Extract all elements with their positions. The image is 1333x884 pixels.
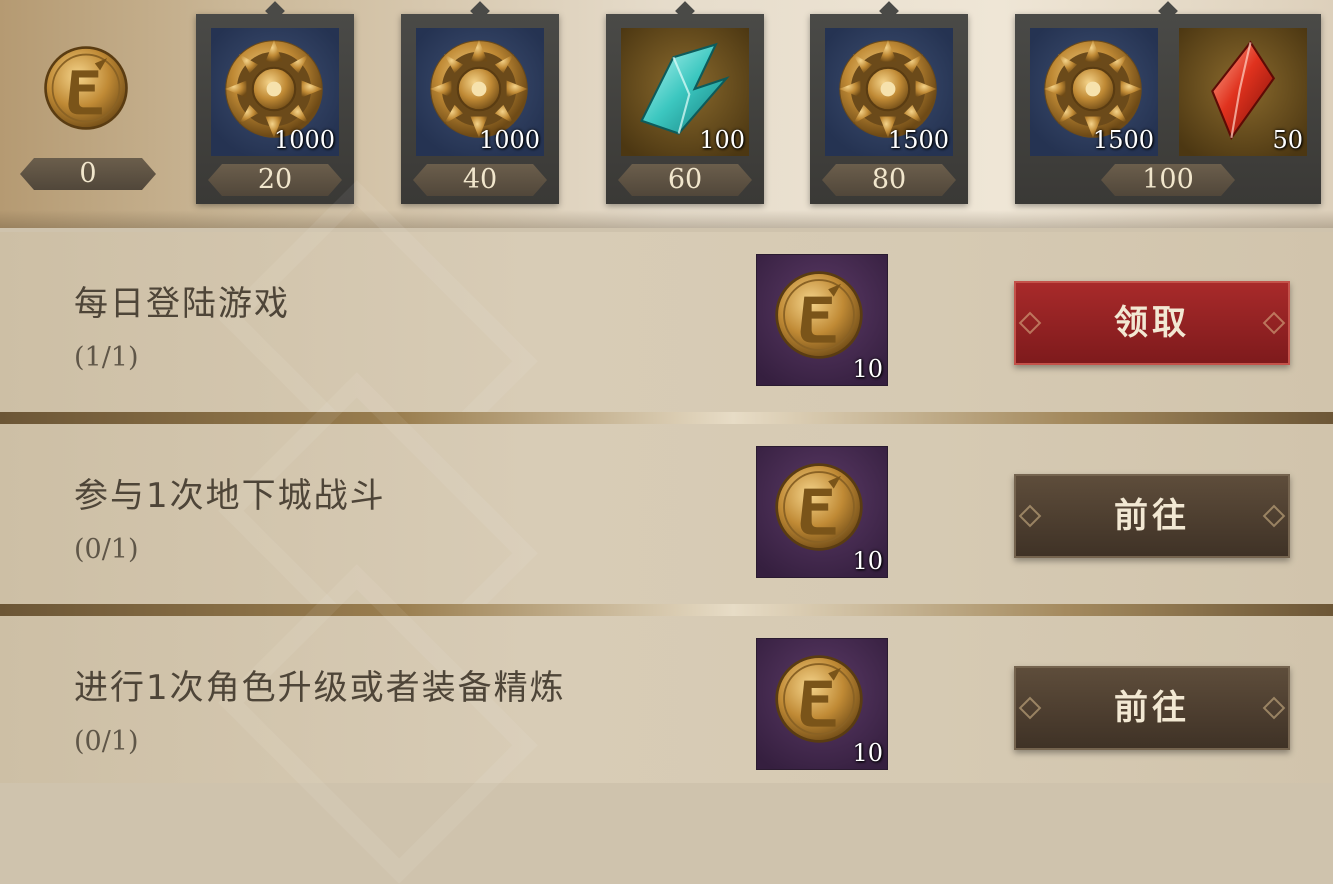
task-progress: (1/1) <box>74 342 139 373</box>
milestone-points-label: 60 <box>618 164 752 196</box>
reward-slot[interactable]: 1500 <box>825 28 953 156</box>
milestone-points-label: 80 <box>822 164 956 196</box>
task-row-daily-login: 每日登陆游戏 (1/1) 10 领取 <box>0 232 1333 412</box>
claim-button[interactable]: 领取 <box>1014 281 1290 365</box>
reward-quantity: 1000 <box>273 126 335 154</box>
reward-slot[interactable]: 100 <box>621 28 749 156</box>
task-title: 参与1次地下城战斗 <box>74 476 386 516</box>
reward-quantity: 10 <box>852 739 883 767</box>
current-points-badge: 0 <box>20 158 156 190</box>
reward-quantity: 10 <box>852 355 883 383</box>
milestone-points-label: 40 <box>413 164 547 196</box>
activity-token-icon <box>42 44 130 132</box>
row-divider <box>0 412 1333 424</box>
milestone-points-label: 100 <box>1101 164 1235 196</box>
reward-slot[interactable]: 1500 <box>1030 28 1158 156</box>
task-row-dungeon-battle: 参与1次地下城战斗 (0/1) 10 前往 <box>0 424 1333 604</box>
reward-quantity: 1500 <box>1092 126 1154 154</box>
milestone-chest-60[interactable]: 100 60 <box>606 14 764 204</box>
row-divider <box>0 604 1333 616</box>
reward-quantity: 100 <box>699 126 745 154</box>
task-reward-slot[interactable]: 10 <box>756 254 888 386</box>
milestone-chest-20[interactable]: 1000 20 <box>196 14 354 204</box>
reward-quantity: 10 <box>852 547 883 575</box>
task-reward-slot[interactable]: 10 <box>756 446 888 578</box>
activity-token-icon <box>773 269 865 361</box>
activity-token-icon <box>773 653 865 745</box>
milestone-chest-40[interactable]: 1000 40 <box>401 14 559 204</box>
task-progress: (0/1) <box>74 534 139 565</box>
reward-quantity: 1500 <box>887 126 949 154</box>
reward-quantity: 50 <box>1272 126 1303 154</box>
go-button[interactable]: 前往 <box>1014 666 1290 750</box>
go-button[interactable]: 前往 <box>1014 474 1290 558</box>
milestone-progress-bar: 0 1000 20 1000 40 100 60 1500 80 1500 50… <box>0 0 1333 228</box>
milestone-chest-80[interactable]: 1500 80 <box>810 14 968 204</box>
reward-quantity: 1000 <box>478 126 540 154</box>
milestone-points-label: 20 <box>208 164 342 196</box>
task-reward-slot[interactable]: 10 <box>756 638 888 770</box>
reward-slot[interactable]: 1000 <box>416 28 544 156</box>
reward-slot[interactable]: 50 <box>1179 28 1307 156</box>
task-progress: (0/1) <box>74 726 139 757</box>
task-title: 进行1次角色升级或者装备精炼 <box>74 668 566 708</box>
task-row-upgrade-refine: 进行1次角色升级或者装备精炼 (0/1) 10 前往 <box>0 616 1333 783</box>
activity-token-icon <box>773 461 865 553</box>
reward-slot[interactable]: 1000 <box>211 28 339 156</box>
milestone-chest-100[interactable]: 1500 50 100 <box>1015 14 1321 204</box>
task-title: 每日登陆游戏 <box>74 284 290 324</box>
